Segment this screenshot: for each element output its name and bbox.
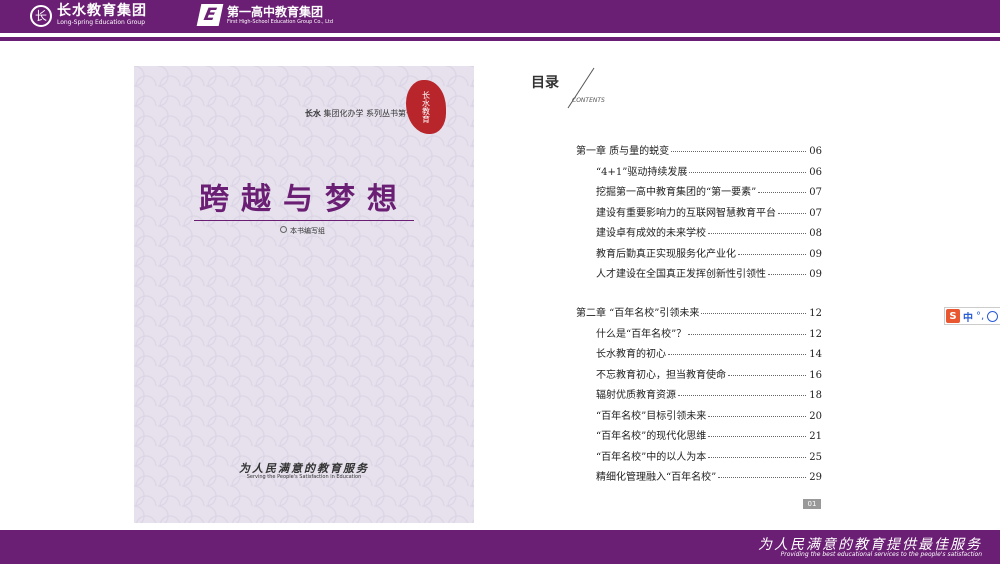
toc-entry-page: 21 — [809, 431, 822, 442]
toc-entry-row: 不忘教育初心，担当教育使命 16 — [596, 366, 822, 381]
toc-entry-page: 20 — [809, 410, 822, 422]
author-dot-icon — [280, 226, 287, 233]
toc-entry-row: 人才建设在全国真正发挥创新性引领性 09 — [596, 265, 822, 280]
toc-entry-label: 第一章 质与量的蜕变 — [576, 146, 670, 157]
toc-entry-row: 辐射优质教育资源 18 — [596, 386, 822, 401]
toc-entry-row: 什么是“百年名校”？ 12 — [596, 325, 822, 340]
toc-entry-page: 14 — [809, 349, 822, 360]
toc-entry-row: 建设有重要影响力的互联网智慧教育平台 07 — [596, 204, 822, 219]
cover-title-rule — [194, 220, 414, 221]
toc-entry-page: 12 — [809, 308, 822, 319]
toc-entry-row: “百年名校”中的以人为本 25 — [596, 448, 822, 463]
toc-leader-dots — [688, 333, 806, 335]
toc-entry-page: 12 — [809, 328, 822, 340]
ime-punctuation[interactable]: °, — [976, 311, 984, 322]
toc-entry-row: 长水教育的初心 14 — [596, 345, 822, 360]
cover-author-text: 本书编写组 — [290, 227, 325, 235]
toc-entry-page: 06 — [809, 146, 822, 157]
toc-leader-dots — [738, 253, 806, 255]
toc-leader-dots — [778, 212, 806, 214]
cover-slogan-en: Serving the People's Satisfaction in Edu… — [246, 474, 362, 480]
changshui-name: 长水教育集团 — [57, 3, 147, 19]
toc-entry-page: 09 — [809, 269, 822, 280]
changshui-name-en: Long-Spring Education Group — [57, 19, 145, 26]
toc-leader-dots — [671, 151, 806, 152]
toc-entry-row: 精细化管理融入“百年名校” 29 — [596, 468, 822, 483]
toc-entry-label: 挖掘第一高中教育集团的“第一要素” — [596, 187, 757, 198]
toc-leader-dots — [708, 456, 806, 458]
toc-entry-label: “百年名校”的现代化思维 — [596, 431, 707, 442]
toc-entry-page: 07 — [809, 207, 822, 219]
ime-settings-icon[interactable] — [987, 310, 999, 322]
toc-leader-dots — [728, 374, 806, 376]
toc-entry-row: “4+1”驱动持续发展 06 — [596, 163, 822, 178]
toc-entry-label: “百年名校”中的以人为本 — [596, 451, 707, 463]
toc-entry-label: 建设卓有成效的未来学校 — [596, 228, 706, 239]
toc-entry-label: “4+1”驱动持续发展 — [596, 166, 688, 178]
footer-slogan-en: Providing the best educational services … — [780, 551, 982, 558]
toc-title: 目录 — [531, 75, 559, 91]
toc-entry-label: 精细化管理融入“百年名校” — [596, 472, 717, 483]
toc-entry-label: 建设有重要影响力的互联网智慧教育平台 — [596, 207, 776, 219]
cover-series-brand: 长水 — [304, 109, 321, 118]
cover-author: 本书编写组 — [280, 226, 325, 236]
toc-leader-dots — [668, 354, 806, 355]
first-highschool-logo: E 第一高中教育集团 First High-School Education G… — [196, 4, 334, 26]
page-number: 01 — [803, 499, 821, 509]
toc-entry-page: 29 — [809, 472, 822, 483]
toc-entry-row: “百年名校”的现代化思维 21 — [596, 427, 822, 442]
toc-entry-label: 不忘教育初心，担当教育使命 — [596, 369, 726, 381]
toc-leader-dots — [768, 274, 806, 275]
sogou-icon[interactable]: S — [946, 309, 960, 323]
book-cover: 长水 集团化办学 系列丛书第一册 长水教育 跨越与梦想 本书编写组 为人民满意的… — [134, 66, 474, 523]
toc-leader-dots — [758, 192, 806, 193]
first-highschool-name-en: First High-School Education Group Co., L… — [227, 18, 334, 25]
toc-entry-label: “百年名校”目标引领未来 — [596, 410, 707, 422]
toc-leader-dots — [678, 395, 806, 396]
toc-leader-dots — [708, 436, 806, 437]
toc-entry-label: 第二章 “百年名校”引领未来 — [576, 308, 700, 319]
toc-entry-row: 教育后勤真正实现服务化产业化 09 — [596, 245, 822, 260]
toc-leader-dots — [701, 313, 806, 314]
toc-entry-page: 18 — [809, 390, 822, 401]
toc-entry-page: 06 — [809, 166, 822, 178]
toc-chapter-row: 第一章 质与量的蜕变 06 — [576, 142, 822, 157]
toc-entry-page: 07 — [809, 187, 822, 198]
toc-leader-dots — [718, 477, 806, 478]
cover-title: 跨越与梦想 — [199, 182, 409, 217]
toc-leader-dots — [708, 233, 806, 234]
toc-subtitle: CONTENTS — [572, 97, 605, 104]
toc-entry-page: 08 — [809, 228, 822, 239]
changshui-logo-icon: 长 — [30, 4, 52, 27]
toc-entry-row: “百年名校”目标引领未来 20 — [596, 407, 822, 422]
toc-entry-label: 教育后勤真正实现服务化产业化 — [596, 248, 736, 260]
toc-entry-row: 建设卓有成效的未来学校 08 — [596, 224, 822, 239]
cover-seal: 长水教育 — [406, 80, 446, 134]
toc-entry-page: 16 — [809, 369, 822, 381]
toc-leader-dots — [689, 171, 806, 173]
header-divider — [0, 37, 1000, 41]
toc-entry-page: 09 — [809, 248, 822, 260]
toc-chapter-row: 第二章 “百年名校”引领未来 12 — [576, 304, 822, 319]
ime-chinese-mode[interactable]: 中 — [963, 309, 973, 324]
cover-series: 长水 集团化办学 系列丛书第一册 — [305, 108, 422, 119]
toc-entry-row: 挖掘第一高中教育集团的“第一要素” 07 — [596, 183, 822, 198]
toc-leader-dots — [708, 415, 806, 417]
first-highschool-name: 第一高中教育集团 — [227, 4, 324, 19]
first-highschool-logo-icon: E — [196, 4, 224, 26]
toc-entry-label: 辐射优质教育资源 — [596, 390, 676, 401]
toc-entry-label: 长水教育的初心 — [596, 349, 666, 360]
changshui-logo: 长 长水教育集团 Long-Spring Education Group — [30, 4, 147, 27]
toc-entry-label: 人才建设在全国真正发挥创新性引领性 — [596, 269, 766, 280]
header-bar: 长 长水教育集团 Long-Spring Education Group E 第… — [0, 0, 1000, 33]
toc-entry-page: 25 — [809, 451, 822, 463]
toc-entry-label: 什么是“百年名校”？ — [596, 328, 687, 340]
ime-toolbar[interactable]: S 中 °, — [944, 307, 1000, 325]
